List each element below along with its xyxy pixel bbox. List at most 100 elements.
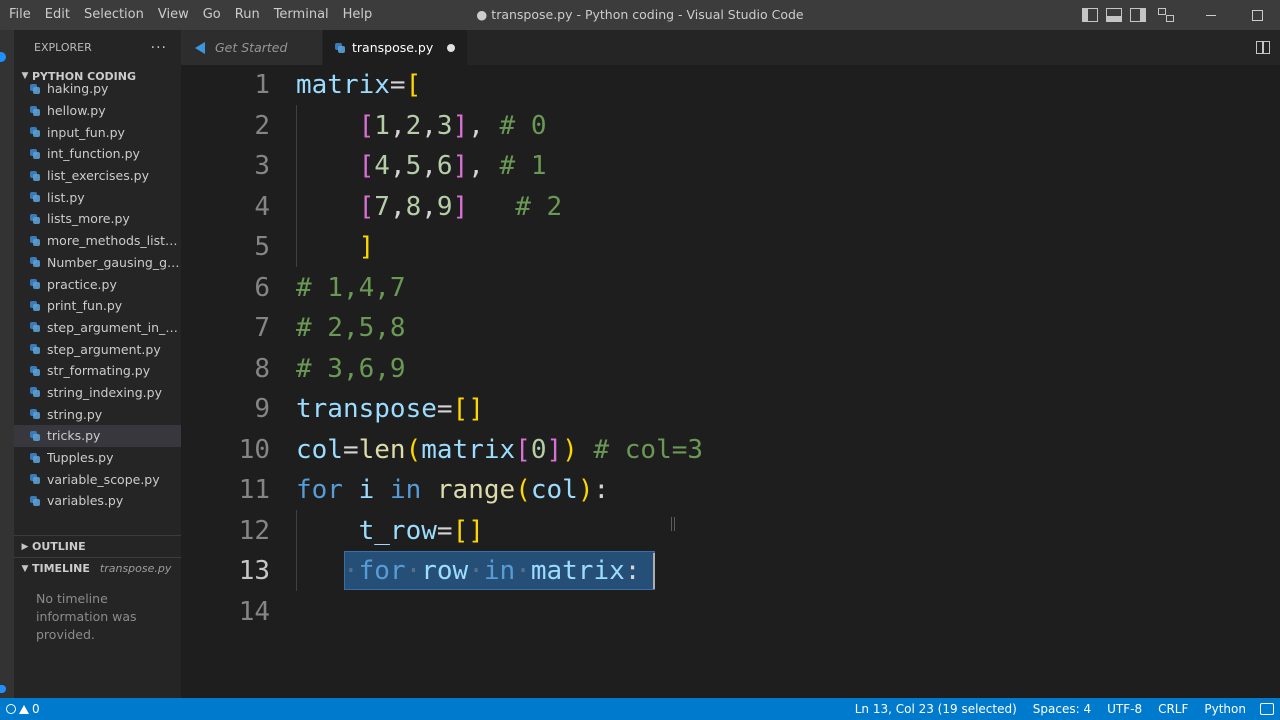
line-number: 5 [254, 232, 270, 263]
customize-layout-icon[interactable] [1158, 8, 1174, 22]
line-number: 1 [254, 70, 270, 101]
eol-status[interactable]: CRLF [1150, 698, 1196, 720]
problems-status[interactable]: 00 [4, 698, 48, 720]
line-number: 8 [254, 353, 270, 384]
python-file-icon [30, 148, 40, 159]
file-label: list.py [47, 189, 85, 205]
timeline-section[interactable]: ▼ TIMELINE transpose.py [14, 557, 181, 579]
status-left: 00 [0, 698, 48, 720]
indentation-status[interactable]: Spaces: 4 [1025, 698, 1099, 720]
mouse-cursor-icon [671, 517, 675, 531]
warning-icon [19, 705, 29, 714]
file-item[interactable]: list.py [14, 186, 181, 208]
code-text: for i in range(col): [296, 475, 610, 505]
file-item[interactable]: list_exercises.py [14, 165, 181, 187]
menu-help[interactable]: Help [336, 0, 380, 30]
python-file-icon [30, 300, 40, 311]
tab-transpose[interactable]: transpose.py [323, 30, 469, 65]
menu-go[interactable]: Go [196, 0, 228, 30]
python-file-icon [30, 192, 40, 203]
file-item[interactable]: practice.py [14, 273, 181, 295]
file-item[interactable]: variable_scope.py [14, 468, 181, 490]
menu-file[interactable]: File [2, 0, 38, 30]
code-text: # 1,4,7 [296, 272, 406, 303]
file-item[interactable]: string_indexing.py [14, 382, 181, 404]
file-item[interactable]: step_argument_in_ran... [14, 317, 181, 339]
code-line: 7 # 2,5,8 [181, 308, 1280, 349]
python-file-icon [30, 105, 40, 116]
code-line: 10 col=len(matrix[0]) # col=3 [181, 430, 1280, 471]
menu-run[interactable]: Run [228, 0, 267, 30]
file-item[interactable]: Number_gausing_ga... [14, 252, 181, 274]
code-text: [4,5,6], # 1 [358, 151, 547, 181]
file-item[interactable]: hellow.py [14, 100, 181, 122]
code-line: 12 t_row=[] [181, 511, 1280, 552]
file-item[interactable]: haking.py [14, 78, 181, 100]
toggle-secondary-sidebar-icon[interactable] [1130, 8, 1146, 22]
cursor-position[interactable]: Ln 13, Col 23 (19 selected) [847, 698, 1025, 720]
code-text: # 3,6,9 [296, 353, 406, 384]
code-editor[interactable]: 1 matrix=[ 2 [1,2,3], # 0 3 [4,5,6], # 1… [181, 65, 1280, 698]
file-item[interactable]: string.py [14, 403, 181, 425]
encoding-status[interactable]: UTF-8 [1099, 698, 1150, 720]
code-line: 3 [4,5,6], # 1 [181, 146, 1280, 187]
file-item[interactable]: str_formating.py [14, 360, 181, 382]
restore-button[interactable] [1234, 0, 1280, 30]
code-text: t_row=[] [358, 515, 484, 546]
line-number: 7 [254, 313, 270, 344]
line-number: 9 [254, 394, 270, 425]
file-label: haking.py [47, 81, 109, 97]
menu-selection[interactable]: Selection [77, 0, 151, 30]
python-file-icon [30, 170, 40, 181]
file-label: variable_scope.py [47, 471, 160, 487]
file-item[interactable]: more_methods_list.py [14, 230, 181, 252]
timeline-file: transpose.py [99, 562, 172, 575]
menu-view[interactable]: View [151, 0, 196, 30]
toggle-panel-icon[interactable] [1106, 8, 1122, 22]
file-label: int_function.py [47, 146, 140, 162]
code-text: # 2,5,8 [296, 313, 406, 343]
python-file-icon [30, 409, 40, 420]
file-item[interactable]: input_fun.py [14, 121, 181, 143]
file-item[interactable]: lists_more.py [14, 208, 181, 230]
line-number: 3 [254, 151, 270, 182]
line-number: 12 [238, 515, 270, 546]
unsaved-dot-icon[interactable] [447, 43, 456, 52]
file-item[interactable]: Tupples.py [14, 447, 181, 469]
language-mode[interactable]: Python [1196, 698, 1254, 720]
line-number: 11 [238, 475, 270, 506]
python-file-icon [30, 430, 40, 441]
file-item-selected[interactable]: tricks.py [14, 425, 181, 447]
outline-section[interactable]: ▶ OUTLINE [14, 535, 181, 557]
file-label: tricks.py [47, 428, 101, 444]
activity-bar [0, 30, 14, 698]
menu-terminal[interactable]: Terminal [267, 0, 336, 30]
file-item[interactable]: print_fun.py [14, 295, 181, 317]
editor-tabs: Get Started transpose.py [181, 30, 1280, 65]
tab-get-started[interactable]: Get Started [181, 30, 323, 65]
menu-edit[interactable]: Edit [38, 0, 77, 30]
more-actions-icon[interactable]: ··· [151, 40, 167, 56]
file-item[interactable]: step_argument.py [14, 338, 181, 360]
code-line: 11 for i in range(col): [181, 470, 1280, 511]
python-file-icon [30, 495, 40, 506]
error-icon [6, 704, 16, 714]
python-file-icon [335, 42, 345, 53]
code-text: [7,8,9] # 2 [358, 191, 563, 222]
file-item[interactable]: variables.py [14, 490, 181, 512]
status-right: Ln 13, Col 23 (19 selected) Spaces: 4 UT… [847, 698, 1280, 720]
minimize-button[interactable] [1188, 0, 1234, 30]
file-label: practice.py [47, 276, 117, 292]
explorer-sidebar: EXPLORER ··· ▼ PYTHON CODING haking.py h… [14, 30, 181, 698]
explorer-header: EXPLORER ··· [14, 30, 181, 65]
code-text: col=len(matrix[0]) # col=3 [296, 434, 704, 465]
feedback-icon[interactable] [1260, 703, 1274, 715]
python-file-icon [30, 213, 40, 224]
line-number: 13 [238, 556, 270, 587]
toggle-primary-sidebar-icon[interactable] [1082, 8, 1098, 22]
split-editor-icon[interactable] [1256, 41, 1270, 54]
file-label: step_argument_in_ran... [47, 319, 181, 335]
file-item[interactable]: int_function.py [14, 143, 181, 165]
file-label: Tupples.py [47, 450, 114, 466]
tab-label: transpose.py [352, 40, 434, 55]
